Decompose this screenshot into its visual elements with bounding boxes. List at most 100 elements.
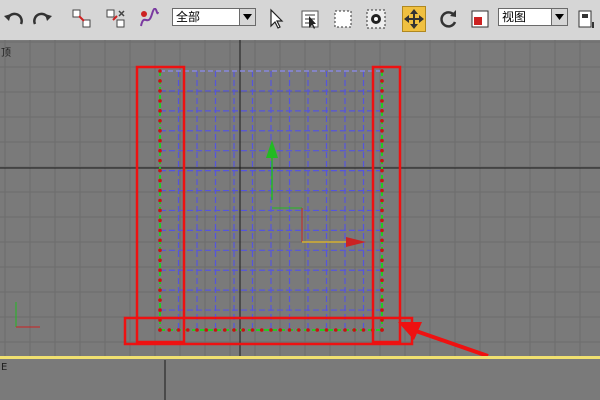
top-viewport[interactable]: 顶 xyxy=(0,40,600,359)
lattice-vertex xyxy=(380,178,384,183)
lattice-vertex xyxy=(380,298,384,302)
lattice-vertex xyxy=(380,308,384,312)
lattice-vertex xyxy=(380,288,384,292)
use-pivot-point-icon[interactable] xyxy=(574,6,598,32)
lattice-vertex xyxy=(176,328,181,332)
lattice-vertex xyxy=(204,328,209,332)
lattice-vertex xyxy=(380,109,384,113)
lattice-vertex xyxy=(167,328,172,332)
lattice-vertex xyxy=(213,328,218,332)
lattice-vertex xyxy=(195,328,199,332)
lattice-vertex xyxy=(158,288,162,292)
lattice-vertex xyxy=(158,119,162,123)
redo-icon[interactable] xyxy=(30,6,54,32)
lattice-vertex xyxy=(158,148,162,153)
lattice-vertex xyxy=(380,99,384,103)
lattice-vertex xyxy=(158,238,162,243)
front-viewport[interactable]: E xyxy=(0,360,600,400)
lattice-vertex xyxy=(380,198,384,203)
selection-filter-value: 全部 xyxy=(176,10,201,24)
lattice-vertex xyxy=(380,168,384,173)
highlight-right-edge xyxy=(371,65,402,344)
select-by-name-icon[interactable] xyxy=(298,6,322,32)
select-and-link-icon[interactable] xyxy=(70,6,94,32)
selection-filter-dropdown[interactable]: 全部 xyxy=(172,8,256,26)
lattice-vertex xyxy=(158,168,162,173)
lattice-vertex xyxy=(287,328,292,332)
lattice-vertex xyxy=(352,328,357,332)
lattice-vertex xyxy=(158,109,162,113)
select-and-scale-icon[interactable] xyxy=(468,6,492,32)
lattice-vertex xyxy=(324,328,329,332)
lattice-vertex xyxy=(361,328,366,332)
lattice-vertex xyxy=(380,119,384,123)
lattice-vertex xyxy=(158,138,162,143)
lattice-vertex xyxy=(158,298,162,302)
lattice-vertex xyxy=(158,89,162,93)
lattice-vertex xyxy=(380,79,384,83)
lattice-vertex xyxy=(380,248,384,253)
lattice-vertex xyxy=(380,158,384,163)
lattice-vertex xyxy=(158,99,162,103)
lattice-vertex xyxy=(380,238,384,243)
lattice-vertex xyxy=(380,258,384,263)
lattice-vertex xyxy=(158,328,162,332)
select-and-move-icon[interactable] xyxy=(402,6,426,32)
lattice-vertex xyxy=(158,178,162,183)
lattice-vertex xyxy=(232,328,236,332)
lattice-vertex xyxy=(380,228,384,233)
lattice-vertex xyxy=(158,248,162,253)
front-viewport-canvas xyxy=(164,360,166,400)
reference-coord-value: 视图 xyxy=(502,10,527,24)
lattice-vertex xyxy=(158,79,162,83)
lattice-vertex xyxy=(380,69,384,73)
lattice-vertex xyxy=(296,328,301,332)
lattice-vertex xyxy=(380,208,384,213)
lattice-vertex xyxy=(158,268,162,273)
lattice-vertex xyxy=(380,268,384,273)
lattice-vertex xyxy=(278,328,283,332)
unlink-selection-icon[interactable] xyxy=(104,6,128,32)
lattice-vertex xyxy=(158,258,162,263)
lattice-vertex xyxy=(380,138,384,143)
gizmo-y-arrow xyxy=(266,140,278,158)
bind-to-space-warp-icon[interactable] xyxy=(137,6,161,32)
lattice-vertex xyxy=(158,218,162,223)
lattice-vertex xyxy=(315,328,320,332)
main-toolbar: 全部 视图 xyxy=(0,0,600,41)
lattice-vertex xyxy=(158,308,162,312)
rectangular-selection-icon[interactable] xyxy=(331,6,355,32)
select-object-icon[interactable] xyxy=(264,6,288,32)
lattice-vertex xyxy=(343,328,347,332)
lattice-vertex xyxy=(259,328,264,332)
reference-coord-dropdown[interactable]: 视图 xyxy=(498,8,568,26)
lattice-vertex xyxy=(250,328,255,332)
pointer-arrow-line xyxy=(412,328,489,356)
lattice-vertex xyxy=(380,128,384,133)
chevron-down-icon[interactable] xyxy=(239,9,255,25)
lattice-vertex xyxy=(158,188,162,193)
lattice-vertex xyxy=(158,198,162,203)
lattice-vertex xyxy=(185,328,190,332)
chevron-down-icon[interactable] xyxy=(551,9,567,25)
lattice-vertex xyxy=(158,158,162,163)
lattice-vertex xyxy=(380,278,384,282)
lattice-vertex xyxy=(158,278,162,282)
lattice-vertex xyxy=(241,328,246,332)
viewport-canvas[interactable] xyxy=(0,40,600,356)
lattice-vertex xyxy=(158,128,162,133)
lattice-vertex xyxy=(380,148,384,153)
window-crossing-icon[interactable] xyxy=(364,6,388,32)
undo-icon[interactable] xyxy=(2,6,26,32)
lattice-vertex xyxy=(333,328,338,332)
lattice-vertex xyxy=(222,328,227,332)
lattice-vertex xyxy=(380,218,384,223)
lattice-vertex xyxy=(380,328,384,332)
lattice-vertex xyxy=(158,208,162,213)
select-and-rotate-icon[interactable] xyxy=(436,6,460,32)
lattice-vertex xyxy=(158,69,162,73)
lattice-vertex xyxy=(306,328,310,332)
lattice-vertex xyxy=(158,228,162,233)
lattice-vertex xyxy=(380,89,384,93)
lattice-vertex xyxy=(269,328,273,332)
